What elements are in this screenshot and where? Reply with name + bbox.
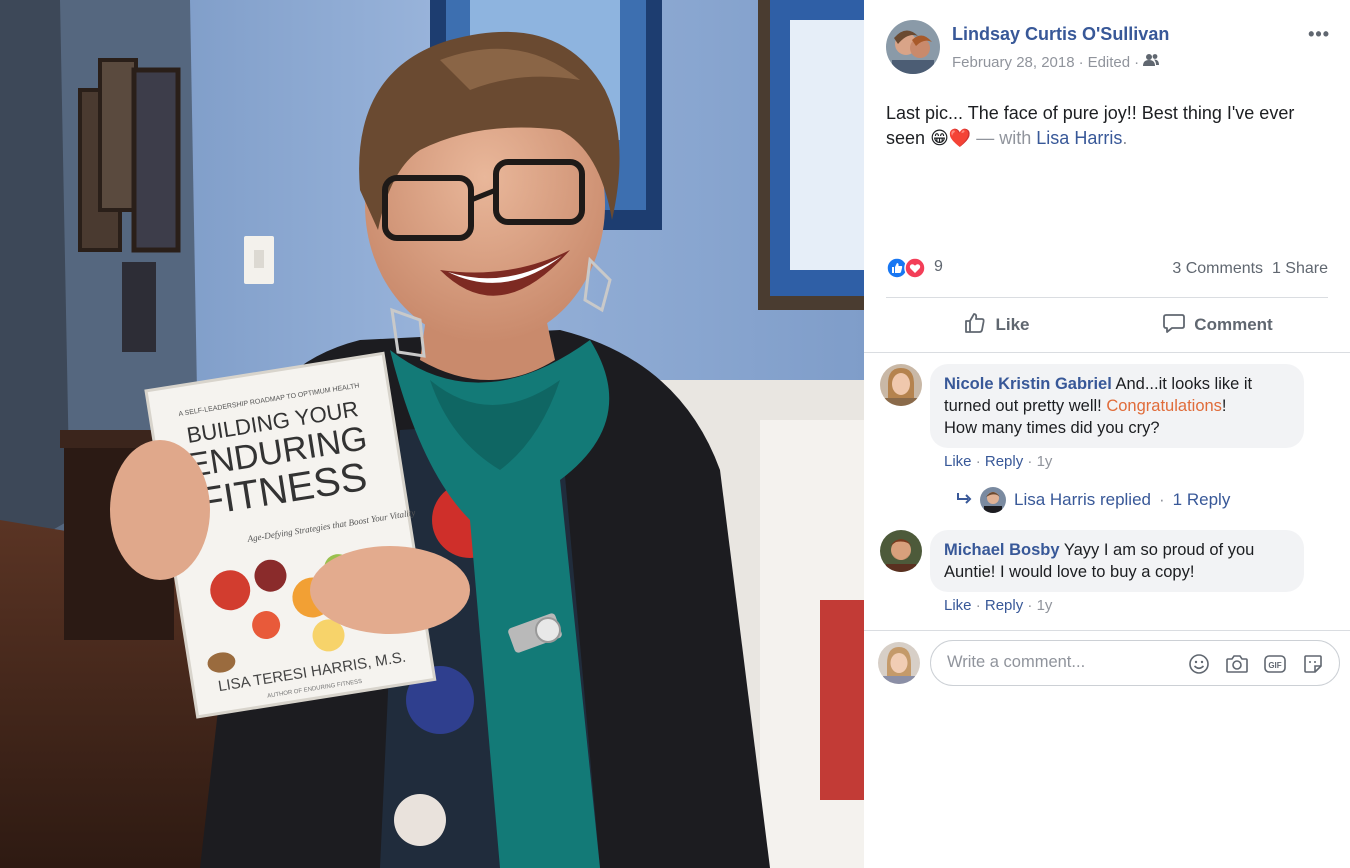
post-side-panel: Lindsay Curtis O'Sullivan February 28, 2… <box>864 0 1350 868</box>
comment-reply-link[interactable]: Reply <box>985 453 1023 470</box>
sticker-icon[interactable] <box>1301 652 1325 676</box>
comment-text: Yayy I am so proud of you <box>1063 541 1255 559</box>
comment-author-link[interactable]: Nicole Kristin Gabriel <box>944 375 1112 393</box>
with-label: — with <box>976 128 1032 148</box>
comments-count-link[interactable]: 3 Comments <box>1172 260 1263 277</box>
comment-text: Auntie! I would love to buy a copy! <box>944 563 1195 581</box>
post-action-bar: Like Comment <box>886 305 1328 345</box>
author-name-link[interactable]: Lindsay Curtis O'Sullivan <box>952 24 1169 45</box>
comment-actions: Like · Reply · 1y <box>944 597 1052 614</box>
divider <box>886 297 1328 298</box>
like-button[interactable]: Like <box>886 305 1107 345</box>
view-replies-link[interactable]: Lisa Harris replied · 1 Reply <box>956 487 1230 513</box>
separator: · <box>1027 453 1033 470</box>
comment-bubble-icon <box>1162 311 1186 340</box>
comment-bubble: Nicole Kristin Gabriel And...it looks li… <box>930 364 1304 448</box>
post-meta: February 28, 2018 · Edited · <box>952 53 1160 71</box>
post-photo[interactable]: A SELF-LEADERSHIP ROADMAP TO OPTIMUM HEA… <box>0 0 864 868</box>
comment-button[interactable]: Comment <box>1107 305 1328 345</box>
comment-text: turned out pretty well! <box>944 397 1102 415</box>
separator: · <box>975 597 981 614</box>
separator: · <box>975 453 981 470</box>
thumbs-up-icon <box>963 311 987 340</box>
commenter-avatar[interactable] <box>880 364 922 406</box>
comment-actions: Like · Reply · 1y <box>944 453 1052 470</box>
comment-reply-link[interactable]: Reply <box>985 597 1023 614</box>
more-options-button[interactable]: ••• <box>1308 24 1330 45</box>
author-avatar[interactable] <box>886 20 940 74</box>
current-user-avatar[interactable] <box>878 642 920 684</box>
tagged-user-link[interactable]: Lisa Harris <box>1036 128 1122 148</box>
emoji-icon[interactable] <box>1187 652 1211 676</box>
comment-text: And...it looks like it <box>1115 375 1253 393</box>
comment-text: How many times did you cry? <box>944 419 1160 437</box>
replies-summary-text: Lisa Harris replied <box>1014 490 1151 509</box>
highlighted-word-link[interactable]: Congratulations <box>1106 397 1222 415</box>
comment-timestamp[interactable]: 1y <box>1037 597 1053 614</box>
comment-input[interactable] <box>947 653 1167 672</box>
camera-icon[interactable] <box>1225 652 1249 676</box>
reply-arrow-icon <box>956 490 972 510</box>
composer-tools: GIF <box>1187 652 1325 676</box>
divider <box>864 630 1350 631</box>
gif-icon[interactable]: GIF <box>1263 652 1287 676</box>
comment-text: ! <box>1221 397 1227 415</box>
tag-period: . <box>1122 128 1128 148</box>
comment-item: Nicole Kristin Gabriel And...it looks li… <box>880 364 1340 474</box>
reaction-count[interactable]: 9 <box>934 258 943 276</box>
photo-illustration: A SELF-LEADERSHIP ROADMAP TO OPTIMUM HEA… <box>0 0 864 868</box>
comment-input-box[interactable]: GIF <box>930 640 1340 686</box>
separator: · <box>1027 597 1033 614</box>
meta-separator: · <box>1134 53 1140 71</box>
post-date-link[interactable]: February 28, 2018 <box>952 54 1075 71</box>
reactions-summary: 9 3 Comments 1 Share <box>886 255 1328 283</box>
post-emoji: 😁❤️ <box>930 128 972 148</box>
comment-like-link[interactable]: Like <box>944 597 972 614</box>
reaction-icons[interactable] <box>886 257 926 284</box>
commenter-avatar[interactable] <box>880 530 922 572</box>
meta-separator: · <box>1078 53 1084 71</box>
comment-button-label: Comment <box>1194 315 1273 334</box>
separator: · <box>1159 490 1165 509</box>
replier-avatar <box>980 487 1006 513</box>
post-text: Last pic... The face of pure joy!! Best … <box>886 101 1326 151</box>
comment-composer: GIF <box>878 640 1340 686</box>
divider <box>864 352 1350 353</box>
comment-bubble: Michael Bosby Yayy I am so proud of you … <box>930 530 1304 592</box>
post-header: Lindsay Curtis O'Sullivan February 28, 2… <box>886 20 1330 76</box>
comment-like-link[interactable]: Like <box>944 453 972 470</box>
shares-count-link[interactable]: 1 Share <box>1272 260 1328 277</box>
friends-icon[interactable] <box>1143 53 1160 71</box>
love-reaction-icon <box>904 257 926 284</box>
comment-item: Michael Bosby Yayy I am so proud of you … <box>880 530 1340 620</box>
gif-label: GIF <box>1268 661 1281 670</box>
replies-count: 1 Reply <box>1172 490 1231 509</box>
engagement-stats: 3 Comments 1 Share <box>1172 260 1328 278</box>
comment-timestamp[interactable]: 1y <box>1037 453 1053 470</box>
comment-author-link[interactable]: Michael Bosby <box>944 541 1060 559</box>
like-button-label: Like <box>995 315 1030 334</box>
edited-label[interactable]: Edited <box>1088 54 1131 71</box>
